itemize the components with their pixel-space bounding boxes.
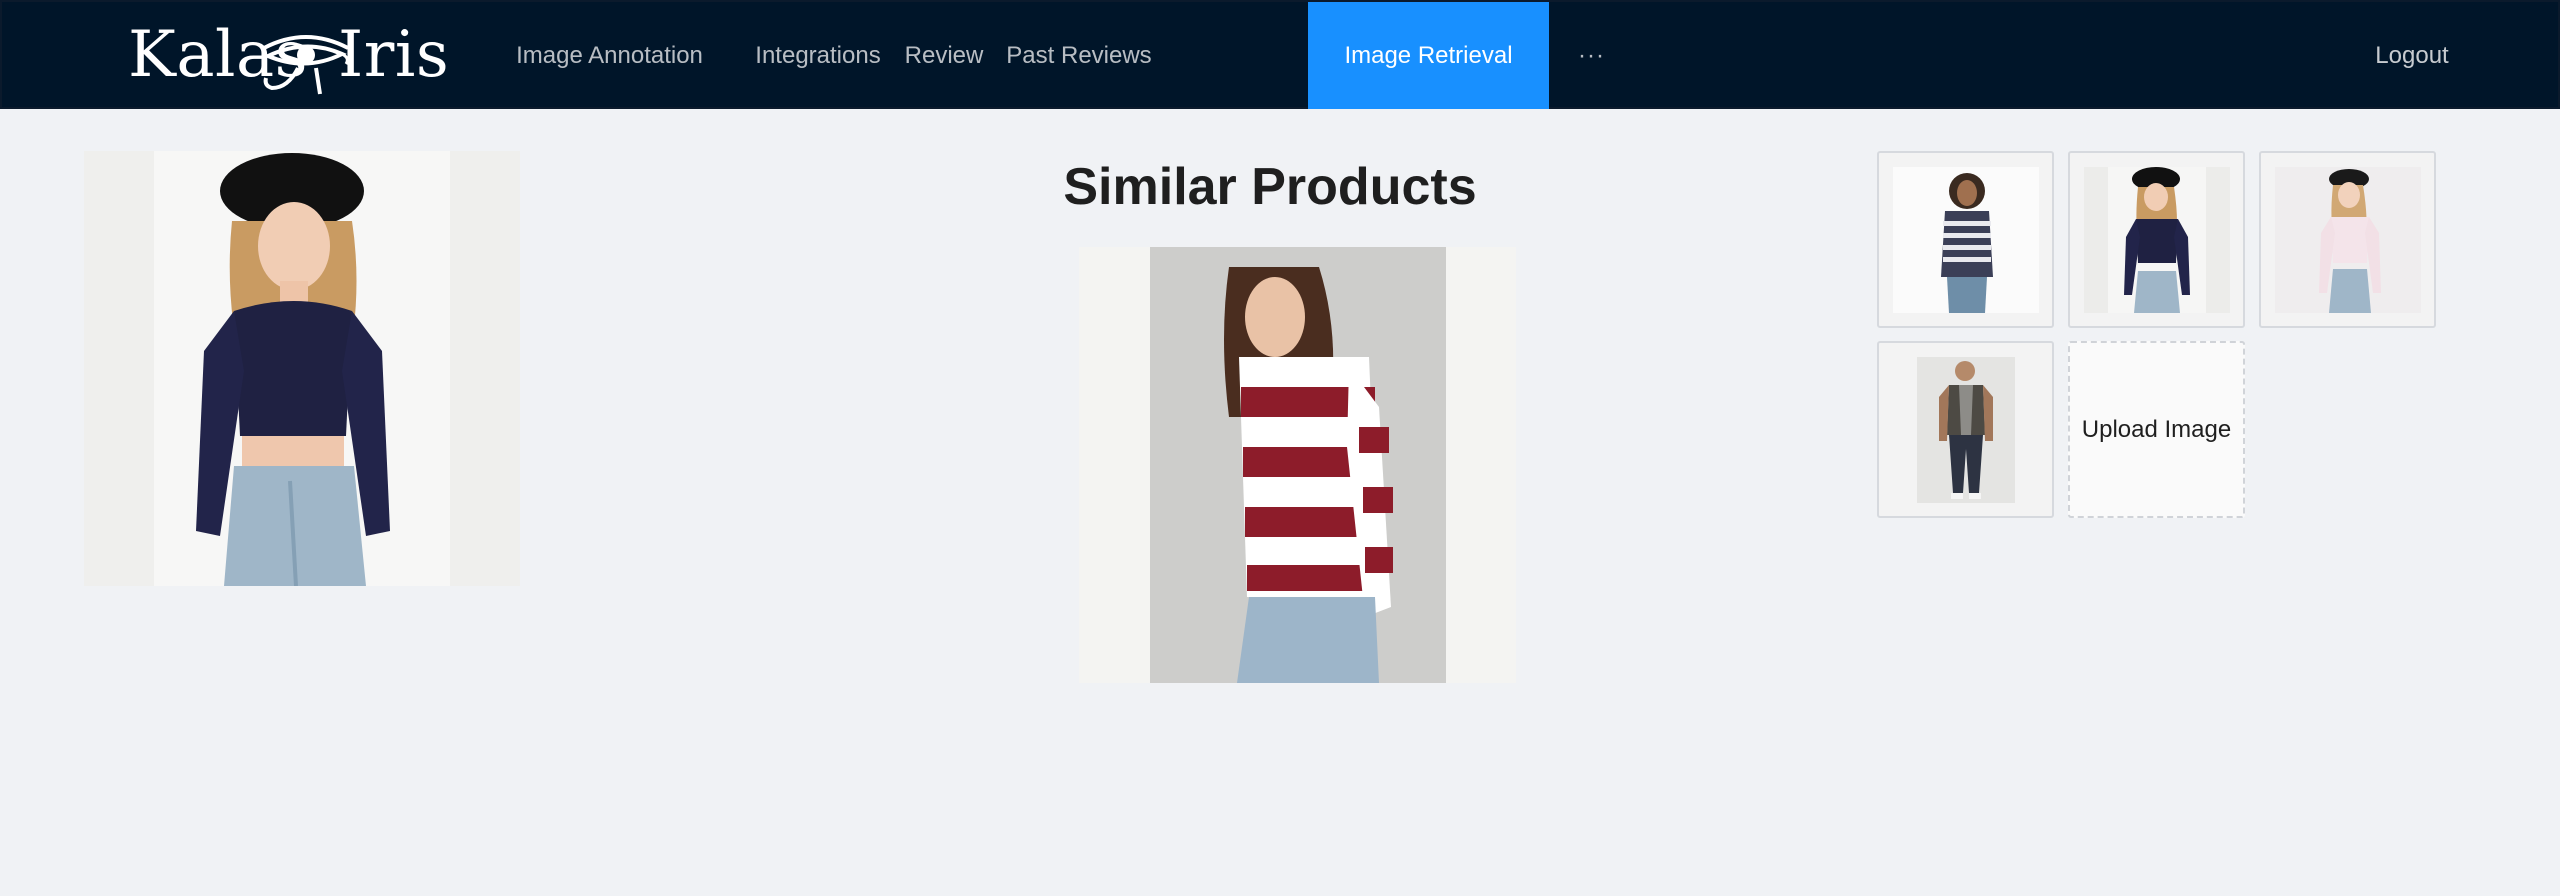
nav-item-image-annotation[interactable]: Image Annotation	[477, 2, 742, 109]
man-vest-photo	[1893, 357, 2039, 503]
nav-item-review[interactable]: Review	[894, 2, 994, 109]
model-white-top-hat-photo	[2275, 167, 2421, 313]
upload-image-button[interactable]: Upload Image	[2068, 341, 2245, 518]
thumbnail-4[interactable]	[1877, 341, 2054, 518]
query-image	[84, 151, 520, 586]
result-image	[1079, 247, 1516, 683]
model-striped-top-photo	[1893, 167, 2039, 313]
thumbnail-3[interactable]	[2259, 151, 2436, 328]
kalas-iris-logo[interactable]: Kalas Iris	[124, 16, 449, 98]
nav-item-integrations[interactable]: Integrations	[742, 2, 894, 109]
top-navigation-bar: Kalas Iris Image Annotation Integrations…	[0, 0, 2560, 109]
thumbnail-2[interactable]	[2068, 151, 2245, 328]
nav-item-past-reviews[interactable]: Past Reviews	[994, 2, 1164, 109]
thumbnail-1[interactable]	[1877, 151, 2054, 328]
nav-item-image-retrieval[interactable]: Image Retrieval	[1308, 2, 1549, 109]
nav-more-menu[interactable]: ···	[1549, 2, 1634, 109]
model-navy-lace-top-photo	[84, 151, 520, 586]
page-title: Similar Products	[1063, 158, 1477, 216]
logout-button[interactable]: Logout	[2337, 2, 2487, 109]
logo-text-iris: Iris	[338, 18, 450, 92]
model-navy-lace-top-hat-photo	[2084, 167, 2230, 313]
model-red-white-striped-sweater-photo	[1079, 247, 1516, 683]
